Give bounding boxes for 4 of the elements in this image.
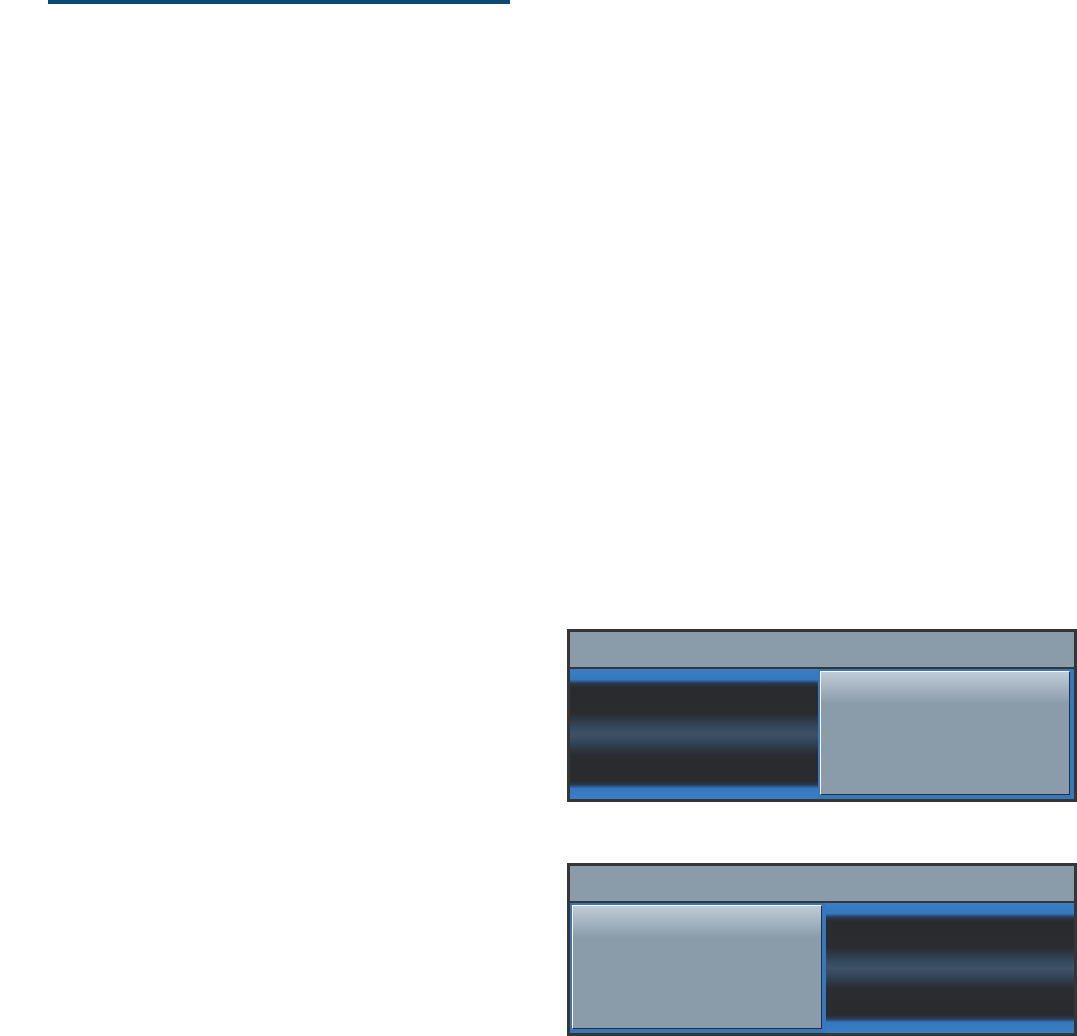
toggle-segment[interactable]	[572, 905, 822, 1029]
toggle-segment[interactable]	[570, 669, 818, 799]
toggle-segment[interactable]	[826, 903, 1074, 1033]
toggle-segment[interactable]	[820, 671, 1070, 795]
